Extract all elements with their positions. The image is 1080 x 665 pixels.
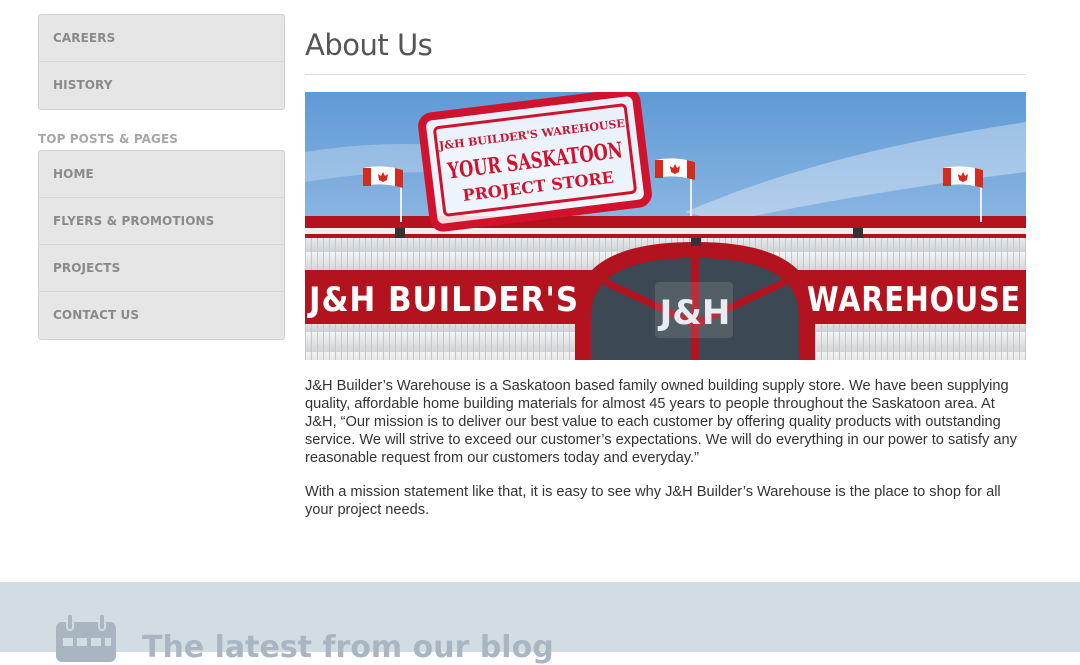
- sign-logo: J&H: [658, 293, 731, 333]
- project-store-stamp: J&H BUILDER'S WAREHOUSE YOUR SASKATOON P…: [418, 92, 652, 232]
- sidebar: CAREERS HISTORY TOP POSTS & PAGES HOME F…: [38, 14, 285, 340]
- about-paragraph-2: With a mission statement like that, it i…: [305, 484, 1001, 518]
- top-post-home[interactable]: HOME: [39, 151, 284, 198]
- blog-heading: The latest from our blog: [142, 630, 554, 665]
- sign-left-text: J&H BUILDER'S: [307, 280, 579, 320]
- main-content: About Us J&H J&H BUILDER'S WAREHOUSE J&H…: [305, 14, 1026, 519]
- sidebar-menu: CAREERS HISTORY: [38, 14, 285, 110]
- calendar-icon: [56, 614, 116, 662]
- page-title: About Us: [305, 14, 1026, 75]
- hero-image: J&H J&H BUILDER'S WAREHOUSE J&H BUILDER'…: [305, 92, 1026, 360]
- top-posts-menu: HOME FLYERS & PROMOTIONS PROJECTS CONTAC…: [38, 150, 285, 340]
- sidebar-item-careers[interactable]: CAREERS: [39, 15, 284, 62]
- sign-right-text: WAREHOUSE: [807, 280, 1021, 320]
- top-post-projects[interactable]: PROJECTS: [39, 245, 284, 292]
- about-paragraph-1: J&H Builder’s Warehouse is a Saskatoon b…: [305, 378, 1017, 466]
- top-posts-widget-title: TOP POSTS & PAGES: [38, 132, 179, 146]
- top-post-contact-us[interactable]: CONTACT US: [39, 292, 284, 339]
- blog-footer: The latest from our blog: [0, 582, 1080, 665]
- sidebar-item-history[interactable]: HISTORY: [39, 62, 284, 109]
- top-post-flyers-promotions[interactable]: FLYERS & PROMOTIONS: [39, 198, 284, 245]
